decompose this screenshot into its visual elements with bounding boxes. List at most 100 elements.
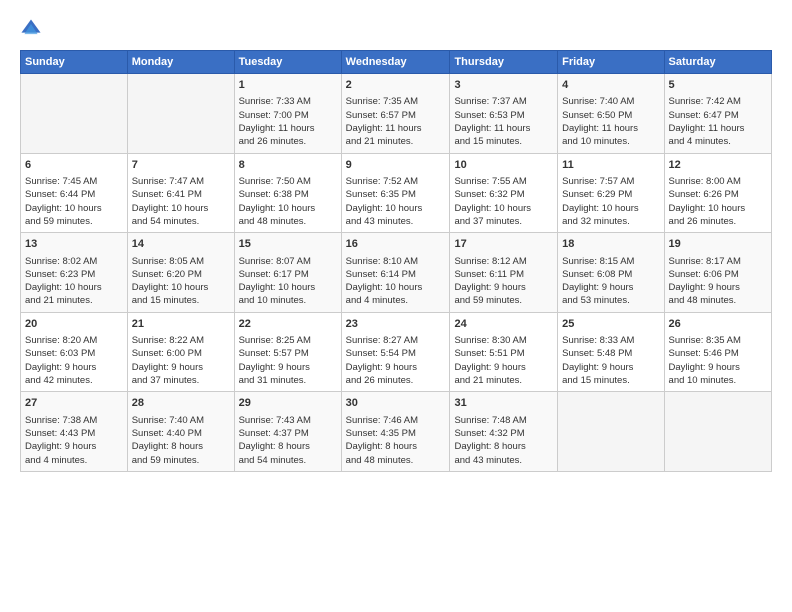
day-info: Sunrise: 8:27 AM Sunset: 5:54 PM Dayligh… bbox=[346, 334, 446, 387]
day-number: 14 bbox=[132, 237, 230, 252]
day-number: 11 bbox=[562, 158, 659, 173]
day-number: 22 bbox=[239, 317, 337, 332]
day-number: 3 bbox=[454, 78, 553, 93]
day-info: Sunrise: 8:07 AM Sunset: 6:17 PM Dayligh… bbox=[239, 255, 337, 308]
day-number: 9 bbox=[346, 158, 446, 173]
calendar-cell: 10 Sunrise: 7:55 AM Sunset: 6:32 PM Dayli… bbox=[450, 153, 558, 233]
day-info: Sunrise: 8:20 AM Sunset: 6:03 PM Dayligh… bbox=[25, 334, 123, 387]
day-info: Sunrise: 7:37 AM Sunset: 6:53 PM Dayligh… bbox=[454, 95, 553, 148]
calendar-cell: 15Sunrise: 8:07 AM Sunset: 6:17 PM Dayli… bbox=[234, 233, 341, 313]
calendar-cell: 18 Sunrise: 8:15 AM Sunset: 6:08 PM Dayli… bbox=[558, 233, 664, 313]
weekday-header-sunday: Sunday bbox=[21, 51, 128, 74]
calendar-week-1: 6Sunrise: 7:45 AM Sunset: 6:44 PM Daylig… bbox=[21, 153, 772, 233]
day-number: 7 bbox=[132, 158, 230, 173]
calendar-cell: 13 Sunrise: 8:02 AM Sunset: 6:23 PM Dayli… bbox=[21, 233, 128, 313]
calendar-week-0: 1 Sunrise: 7:33 AM Sunset: 7:00 PM Daylig… bbox=[21, 74, 772, 154]
calendar-cell: 1 Sunrise: 7:33 AM Sunset: 7:00 PM Daylig… bbox=[234, 74, 341, 154]
calendar-cell: 14 Sunrise: 8:05 AM Sunset: 6:20 PM Dayli… bbox=[127, 233, 234, 313]
calendar-cell: 7 Sunrise: 7:47 AM Sunset: 6:41 PM Daylig… bbox=[127, 153, 234, 233]
day-info: Sunrise: 8:22 AM Sunset: 6:00 PM Dayligh… bbox=[132, 334, 230, 387]
calendar-week-2: 13 Sunrise: 8:02 AM Sunset: 6:23 PM Dayli… bbox=[21, 233, 772, 313]
day-info: Sunrise: 8:17 AM Sunset: 6:06 PM Dayligh… bbox=[669, 255, 767, 308]
logo bbox=[20, 18, 45, 40]
day-number: 13 bbox=[25, 237, 123, 252]
day-number: 29 bbox=[239, 396, 337, 411]
calendar-cell bbox=[664, 392, 771, 472]
weekday-header-friday: Friday bbox=[558, 51, 664, 74]
day-number: 12 bbox=[669, 158, 767, 173]
day-number: 1 bbox=[239, 78, 337, 93]
calendar-body: 1 Sunrise: 7:33 AM Sunset: 7:00 PM Daylig… bbox=[21, 74, 772, 472]
calendar-week-4: 27 Sunrise: 7:38 AM Sunset: 4:43 PM Dayli… bbox=[21, 392, 772, 472]
calendar-cell bbox=[558, 392, 664, 472]
calendar-cell: 24 Sunrise: 8:30 AM Sunset: 5:51 PM Dayli… bbox=[450, 312, 558, 392]
day-info: Sunrise: 8:10 AM Sunset: 6:14 PM Dayligh… bbox=[346, 255, 446, 308]
calendar-cell: 25 Sunrise: 8:33 AM Sunset: 5:48 PM Dayli… bbox=[558, 312, 664, 392]
calendar-cell: 28Sunrise: 7:40 AM Sunset: 4:40 PM Dayli… bbox=[127, 392, 234, 472]
day-number: 6 bbox=[25, 158, 123, 173]
day-number: 26 bbox=[669, 317, 767, 332]
day-info: Sunrise: 8:30 AM Sunset: 5:51 PM Dayligh… bbox=[454, 334, 553, 387]
calendar-cell bbox=[127, 74, 234, 154]
calendar-header: SundayMondayTuesdayWednesdayThursdayFrid… bbox=[21, 51, 772, 74]
day-info: Sunrise: 8:05 AM Sunset: 6:20 PM Dayligh… bbox=[132, 255, 230, 308]
day-number: 18 bbox=[562, 237, 659, 252]
header bbox=[20, 18, 772, 40]
day-number: 23 bbox=[346, 317, 446, 332]
calendar-cell: 31 Sunrise: 7:48 AM Sunset: 4:32 PM Dayli… bbox=[450, 392, 558, 472]
weekday-header-monday: Monday bbox=[127, 51, 234, 74]
day-info: Sunrise: 7:38 AM Sunset: 4:43 PM Dayligh… bbox=[25, 414, 123, 467]
calendar-cell: 8 Sunrise: 7:50 AM Sunset: 6:38 PM Daylig… bbox=[234, 153, 341, 233]
calendar-cell: 16Sunrise: 8:10 AM Sunset: 6:14 PM Dayli… bbox=[341, 233, 450, 313]
calendar-cell: 20Sunrise: 8:20 AM Sunset: 6:03 PM Dayli… bbox=[21, 312, 128, 392]
day-number: 28 bbox=[132, 396, 230, 411]
calendar-week-3: 20Sunrise: 8:20 AM Sunset: 6:03 PM Dayli… bbox=[21, 312, 772, 392]
weekday-header-thursday: Thursday bbox=[450, 51, 558, 74]
day-info: Sunrise: 7:33 AM Sunset: 7:00 PM Dayligh… bbox=[239, 95, 337, 148]
day-info: Sunrise: 8:00 AM Sunset: 6:26 PM Dayligh… bbox=[669, 175, 767, 228]
calendar-cell: 6Sunrise: 7:45 AM Sunset: 6:44 PM Daylig… bbox=[21, 153, 128, 233]
day-number: 24 bbox=[454, 317, 553, 332]
day-number: 4 bbox=[562, 78, 659, 93]
day-info: Sunrise: 7:35 AM Sunset: 6:57 PM Dayligh… bbox=[346, 95, 446, 148]
day-info: Sunrise: 7:40 AM Sunset: 6:50 PM Dayligh… bbox=[562, 95, 659, 148]
day-info: Sunrise: 7:42 AM Sunset: 6:47 PM Dayligh… bbox=[669, 95, 767, 148]
day-number: 30 bbox=[346, 396, 446, 411]
calendar-cell: 22 Sunrise: 8:25 AM Sunset: 5:57 PM Dayli… bbox=[234, 312, 341, 392]
day-info: Sunrise: 8:12 AM Sunset: 6:11 PM Dayligh… bbox=[454, 255, 553, 308]
page: SundayMondayTuesdayWednesdayThursdayFrid… bbox=[0, 0, 792, 482]
day-number: 25 bbox=[562, 317, 659, 332]
day-info: Sunrise: 7:55 AM Sunset: 6:32 PM Dayligh… bbox=[454, 175, 553, 228]
calendar-cell: 17 Sunrise: 8:12 AM Sunset: 6:11 PM Dayli… bbox=[450, 233, 558, 313]
calendar-cell: 19Sunrise: 8:17 AM Sunset: 6:06 PM Dayli… bbox=[664, 233, 771, 313]
weekday-row: SundayMondayTuesdayWednesdayThursdayFrid… bbox=[21, 51, 772, 74]
calendar-cell: 5 Sunrise: 7:42 AM Sunset: 6:47 PM Daylig… bbox=[664, 74, 771, 154]
weekday-header-saturday: Saturday bbox=[664, 51, 771, 74]
day-info: Sunrise: 8:15 AM Sunset: 6:08 PM Dayligh… bbox=[562, 255, 659, 308]
calendar-cell: 27 Sunrise: 7:38 AM Sunset: 4:43 PM Dayli… bbox=[21, 392, 128, 472]
day-number: 5 bbox=[669, 78, 767, 93]
calendar-cell: 30Sunrise: 7:46 AM Sunset: 4:35 PM Dayli… bbox=[341, 392, 450, 472]
day-number: 31 bbox=[454, 396, 553, 411]
calendar-cell: 2 Sunrise: 7:35 AM Sunset: 6:57 PM Daylig… bbox=[341, 74, 450, 154]
day-info: Sunrise: 8:33 AM Sunset: 5:48 PM Dayligh… bbox=[562, 334, 659, 387]
calendar-cell: 9 Sunrise: 7:52 AM Sunset: 6:35 PM Daylig… bbox=[341, 153, 450, 233]
day-info: Sunrise: 7:48 AM Sunset: 4:32 PM Dayligh… bbox=[454, 414, 553, 467]
day-info: Sunrise: 7:47 AM Sunset: 6:41 PM Dayligh… bbox=[132, 175, 230, 228]
day-number: 21 bbox=[132, 317, 230, 332]
day-number: 2 bbox=[346, 78, 446, 93]
day-info: Sunrise: 7:43 AM Sunset: 4:37 PM Dayligh… bbox=[239, 414, 337, 467]
day-info: Sunrise: 7:52 AM Sunset: 6:35 PM Dayligh… bbox=[346, 175, 446, 228]
logo-icon bbox=[20, 18, 42, 40]
day-number: 10 bbox=[454, 158, 553, 173]
day-number: 27 bbox=[25, 396, 123, 411]
day-info: Sunrise: 7:50 AM Sunset: 6:38 PM Dayligh… bbox=[239, 175, 337, 228]
calendar-cell bbox=[21, 74, 128, 154]
weekday-header-tuesday: Tuesday bbox=[234, 51, 341, 74]
day-number: 8 bbox=[239, 158, 337, 173]
day-number: 17 bbox=[454, 237, 553, 252]
day-info: Sunrise: 8:25 AM Sunset: 5:57 PM Dayligh… bbox=[239, 334, 337, 387]
day-info: Sunrise: 8:02 AM Sunset: 6:23 PM Dayligh… bbox=[25, 255, 123, 308]
calendar-cell: 11Sunrise: 7:57 AM Sunset: 6:29 PM Dayli… bbox=[558, 153, 664, 233]
calendar-cell: 12 Sunrise: 8:00 AM Sunset: 6:26 PM Dayli… bbox=[664, 153, 771, 233]
